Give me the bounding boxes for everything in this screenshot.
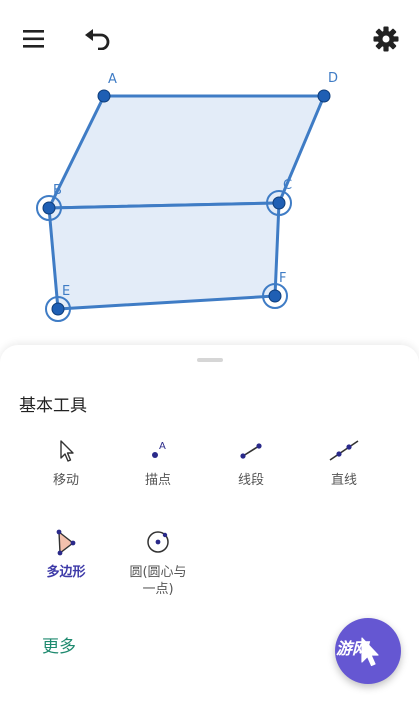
tool-label: 描点: [144, 473, 171, 488]
tool-move[interactable]: 移动: [14, 438, 118, 489]
panel-title: 基本工具: [19, 396, 87, 416]
move-pointer-icon: [60, 440, 74, 462]
circle-center-point-icon: [147, 531, 169, 553]
tool-circle-center-point[interactable]: 圆(圆心与一点): [106, 528, 210, 598]
point-D[interactable]: D: [317, 71, 338, 103]
point-B[interactable]: B: [36, 183, 62, 221]
drag-handle[interactable]: [197, 358, 223, 362]
tool-segment[interactable]: 线段: [199, 438, 303, 489]
polygon-icon: [56, 529, 76, 556]
svg-text:A: A: [159, 441, 166, 452]
line-icon: [329, 440, 359, 461]
tool-label: 线段: [237, 473, 264, 488]
point-icon: A: [152, 441, 166, 458]
tool-point[interactable]: A 描点: [106, 438, 210, 489]
segment-icon: [240, 443, 262, 459]
point-label: D: [328, 71, 338, 86]
tool-label: 直线: [330, 473, 357, 488]
watermark-text: 游网: [336, 639, 369, 658]
graphics-view[interactable]: A D B C E F: [0, 0, 419, 350]
polygon-becf[interactable]: [47, 201, 281, 311]
tool-label: 移动: [52, 473, 79, 488]
point-label: B: [53, 183, 62, 198]
point-label: E: [62, 284, 70, 299]
more-tools-link[interactable]: 更多: [42, 632, 76, 657]
point-label: C: [283, 178, 292, 193]
tool-label: 多边形: [46, 565, 86, 580]
point-label: F: [279, 271, 286, 286]
tool-label: 圆(圆心与一点): [129, 565, 187, 597]
tool-line[interactable]: 直线: [292, 438, 396, 489]
point-label: A: [108, 72, 117, 87]
tool-polygon[interactable]: 多边形: [14, 528, 118, 581]
